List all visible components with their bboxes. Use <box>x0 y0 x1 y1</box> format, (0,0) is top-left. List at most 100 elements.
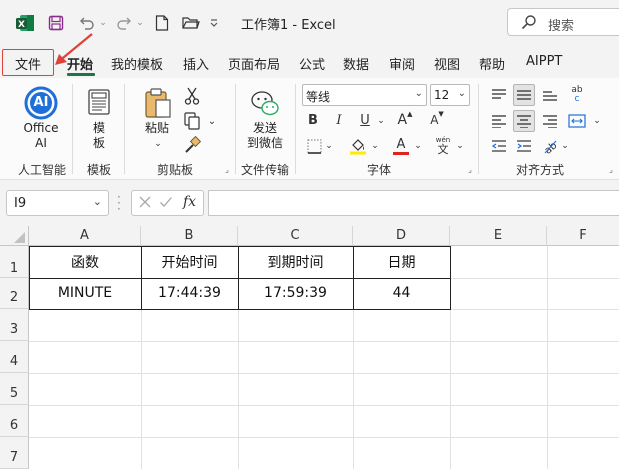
font-color-dropdown-icon[interactable]: ⌄ <box>413 140 423 152</box>
dialog-launcher-icon[interactable]: ⌟ <box>465 164 475 174</box>
borders-icon[interactable] <box>304 136 324 156</box>
font-size-value: 12 <box>434 88 450 102</box>
save-icon[interactable] <box>45 12 67 34</box>
cancel-icon[interactable] <box>138 195 152 212</box>
cell-b2[interactable]: 17:44:39 <box>141 285 238 301</box>
redo-icon[interactable] <box>113 12 135 34</box>
tab-page-layout[interactable]: 页面布局 <box>228 54 280 73</box>
phonetic-dropdown-icon[interactable]: ⌄ <box>455 140 465 152</box>
column-header-e[interactable]: E <box>450 226 547 246</box>
tab-aippt[interactable]: AIPPT <box>526 54 562 69</box>
font-name-select[interactable]: 等线 ⌄ <box>302 84 427 106</box>
tab-formulas[interactable]: 公式 <box>299 54 325 73</box>
column-header-b[interactable]: B <box>141 226 238 246</box>
insert-function-button[interactable]: fx <box>183 194 196 210</box>
tab-help[interactable]: 帮助 <box>479 54 505 73</box>
align-center-icon[interactable] <box>513 110 535 132</box>
merge-dropdown-icon[interactable]: ⌄ <box>592 114 602 128</box>
align-middle-icon[interactable] <box>513 84 535 106</box>
cell-a1[interactable]: 函数 <box>29 252 141 272</box>
fill-color-icon[interactable] <box>347 135 369 157</box>
search-box[interactable]: 搜索 <box>507 8 619 36</box>
tab-insert[interactable]: 插入 <box>183 54 209 73</box>
row-header-1[interactable]: 1 <box>0 246 29 278</box>
merge-center-icon[interactable] <box>566 110 588 132</box>
row-header-4[interactable]: 4 <box>0 341 29 373</box>
cell-d2[interactable]: 44 <box>353 285 450 301</box>
column-header-c[interactable]: C <box>238 226 353 246</box>
borders-dropdown-icon[interactable]: ⌄ <box>324 140 334 152</box>
select-all-corner[interactable] <box>0 226 29 246</box>
row-header-7[interactable]: 7 <box>0 437 29 469</box>
font-size-select[interactable]: 12 ⌄ <box>430 84 470 106</box>
formula-input[interactable] <box>208 190 619 216</box>
chevron-down-icon[interactable]: ⌄ <box>93 195 102 208</box>
orientation-dropdown-icon[interactable]: ⌄ <box>560 140 570 152</box>
row-header-6[interactable]: 6 <box>0 405 29 437</box>
align-right-icon[interactable] <box>539 110 561 132</box>
decrease-font-button[interactable]: A ▼ <box>428 110 446 130</box>
cell-d1[interactable]: 日期 <box>353 252 450 272</box>
increase-font-button[interactable]: A ▲ <box>396 110 414 130</box>
dialog-launcher-icon[interactable]: ⌟ <box>606 164 616 174</box>
enter-icon[interactable] <box>159 195 173 212</box>
group-divider <box>295 84 296 174</box>
bold-button[interactable]: B <box>304 110 322 130</box>
customize-qat-icon[interactable] <box>207 12 221 34</box>
row-header-2[interactable]: 2 <box>0 278 29 309</box>
align-left-icon[interactable] <box>488 110 510 132</box>
tab-my-templates[interactable]: 我的模板 <box>111 54 163 73</box>
decrease-indent-icon[interactable] <box>488 135 510 157</box>
redo-dropdown-icon[interactable]: ⌄ <box>135 12 145 34</box>
cell-c1[interactable]: 到期时间 <box>238 252 353 272</box>
open-folder-icon[interactable] <box>180 12 202 34</box>
tab-review[interactable]: 审阅 <box>389 54 415 73</box>
office-ai-button[interactable]: AI <box>24 86 60 122</box>
column-header-d[interactable]: D <box>353 226 450 246</box>
font-color-button[interactable]: A <box>390 135 412 157</box>
undo-icon[interactable] <box>76 12 98 34</box>
group-label-file-transfer: 文件传输 <box>241 163 290 177</box>
orientation-icon[interactable]: ab <box>539 135 561 157</box>
more-options-icon[interactable]: · · · <box>117 191 121 215</box>
paste-dropdown-icon[interactable]: ⌄ <box>150 138 166 150</box>
formula-bar: I9 ⌄ · · · fx <box>0 180 619 226</box>
tab-file[interactable]: 文件 <box>15 54 41 73</box>
increase-indent-icon[interactable] <box>513 135 535 157</box>
wrap-text-icon[interactable]: ab c <box>566 84 588 106</box>
italic-button[interactable]: I <box>330 110 348 130</box>
underline-dropdown-icon[interactable]: ⌄ <box>376 114 386 128</box>
copy-dropdown-icon[interactable]: ⌄ <box>205 114 219 128</box>
gridline <box>29 437 619 438</box>
format-painter-icon[interactable] <box>182 135 202 155</box>
cut-icon[interactable] <box>182 86 202 106</box>
cell-c2[interactable]: 17:59:39 <box>238 285 353 301</box>
send-wechat-icon[interactable] <box>250 88 280 118</box>
paste-icon[interactable] <box>142 86 174 120</box>
template-label-line1: 模 <box>92 121 105 135</box>
phonetic-guide-button[interactable]: wén 文 <box>432 135 454 157</box>
dialog-launcher-icon[interactable]: ⌟ <box>222 164 232 174</box>
chevron-down-icon: ⌄ <box>457 88 466 99</box>
cell-a2[interactable]: MINUTE <box>29 285 141 301</box>
underline-button[interactable]: U <box>356 110 374 130</box>
row-header-3[interactable]: 3 <box>0 309 29 341</box>
template-icon[interactable] <box>86 88 112 116</box>
align-bottom-icon[interactable] <box>539 84 561 106</box>
tab-data[interactable]: 数据 <box>343 54 369 73</box>
tab-view[interactable]: 视图 <box>434 54 460 73</box>
gridline <box>29 373 619 374</box>
cell-b1[interactable]: 开始时间 <box>141 252 238 272</box>
row-header-5[interactable]: 5 <box>0 373 29 405</box>
column-header-f[interactable]: F <box>547 226 619 246</box>
spreadsheet-grid[interactable]: A B C D E F 1 2 3 4 5 6 7 函数 开始时间 到期时间 日… <box>0 226 619 469</box>
column-header-a[interactable]: A <box>29 226 141 246</box>
group-label-template: 模板 <box>87 163 112 177</box>
align-top-icon[interactable] <box>488 84 510 106</box>
undo-dropdown-icon[interactable]: ⌄ <box>98 12 108 34</box>
shrink-letter: A <box>430 113 439 127</box>
copy-icon[interactable] <box>182 111 202 131</box>
new-file-icon[interactable] <box>152 12 172 34</box>
fill-color-dropdown-icon[interactable]: ⌄ <box>370 140 380 152</box>
name-box[interactable]: I9 ⌄ <box>6 190 109 216</box>
